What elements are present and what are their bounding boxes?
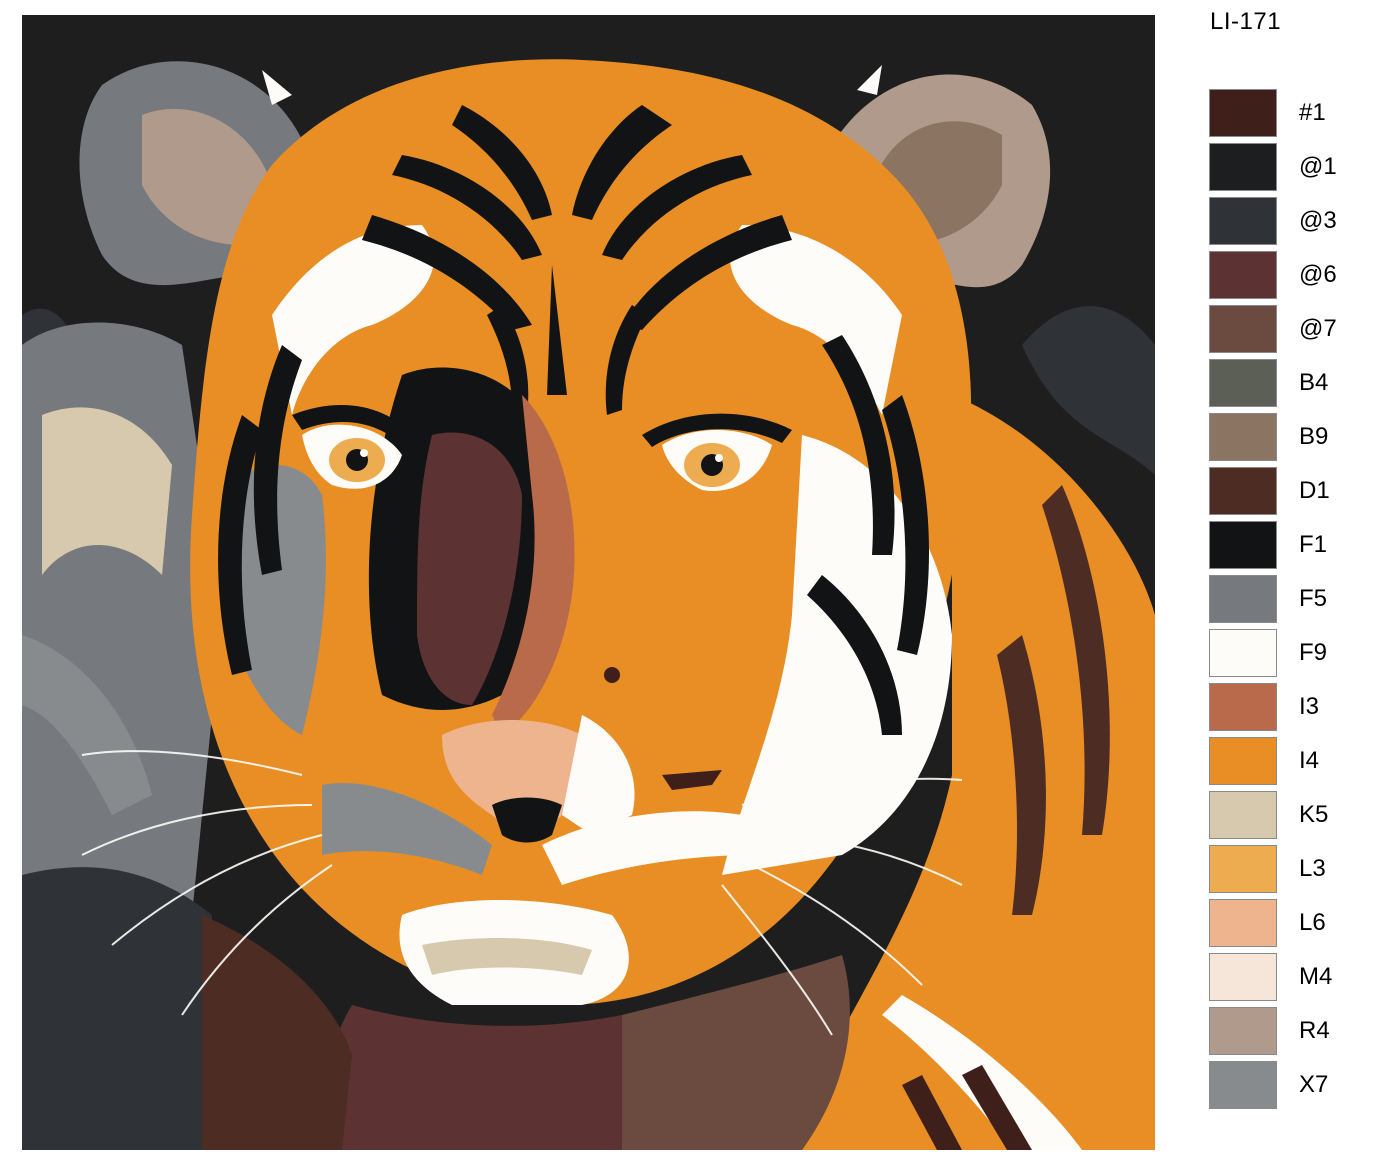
color-swatch xyxy=(1209,575,1277,623)
palette-row: B9 xyxy=(1209,413,1349,467)
palette-row: I4 xyxy=(1209,737,1349,791)
palette-row: F5 xyxy=(1209,575,1349,629)
color-code-label: F5 xyxy=(1299,585,1328,612)
color-swatch xyxy=(1209,1061,1277,1109)
color-code-label: B9 xyxy=(1299,423,1329,450)
color-code-label: M4 xyxy=(1299,963,1333,990)
palette-row: D1 xyxy=(1209,467,1349,521)
color-swatch xyxy=(1209,413,1277,461)
color-code-label: I3 xyxy=(1299,693,1320,720)
color-code-label: @3 xyxy=(1299,207,1337,234)
color-swatch xyxy=(1209,467,1277,515)
palette-row: X7 xyxy=(1209,1061,1349,1115)
tiger-portrait-icon xyxy=(22,15,1155,1150)
color-swatch xyxy=(1209,521,1277,569)
color-code-label: R4 xyxy=(1299,1017,1330,1044)
color-swatch xyxy=(1209,629,1277,677)
color-swatch xyxy=(1209,197,1277,245)
color-palette: #1 @1 @3 @6 @7 B4 B9 D1 F1 F5 F9 I3 I4 K5 L3 L6 M4 R4 X7 xyxy=(1209,89,1349,1115)
palette-row: L6 xyxy=(1209,899,1349,953)
color-swatch xyxy=(1209,89,1277,137)
palette-row: @1 xyxy=(1209,143,1349,197)
product-code: LI-171 xyxy=(1210,8,1282,35)
tiger-painting-image xyxy=(22,15,1155,1150)
color-code-label: #1 xyxy=(1299,99,1326,126)
color-swatch xyxy=(1209,359,1277,407)
color-code-label: I4 xyxy=(1299,747,1320,774)
color-swatch xyxy=(1209,899,1277,947)
color-code-label: @6 xyxy=(1299,261,1337,288)
color-swatch xyxy=(1209,845,1277,893)
palette-row: F1 xyxy=(1209,521,1349,575)
palette-row: R4 xyxy=(1209,1007,1349,1061)
color-swatch xyxy=(1209,953,1277,1001)
color-code-label: B4 xyxy=(1299,369,1329,396)
color-code-label: F1 xyxy=(1299,531,1328,558)
color-swatch xyxy=(1209,305,1277,353)
color-swatch xyxy=(1209,1007,1277,1055)
palette-row: @6 xyxy=(1209,251,1349,305)
color-code-label: @1 xyxy=(1299,153,1337,180)
color-swatch xyxy=(1209,143,1277,191)
palette-row: L3 xyxy=(1209,845,1349,899)
color-code-label: @7 xyxy=(1299,315,1337,342)
color-swatch xyxy=(1209,791,1277,839)
palette-row: B4 xyxy=(1209,359,1349,413)
palette-row: @7 xyxy=(1209,305,1349,359)
palette-row: @3 xyxy=(1209,197,1349,251)
color-code-label: D1 xyxy=(1299,477,1330,504)
color-code-label: F9 xyxy=(1299,639,1328,666)
color-swatch xyxy=(1209,737,1277,785)
color-code-label: L3 xyxy=(1299,855,1326,882)
color-swatch xyxy=(1209,251,1277,299)
color-code-label: K5 xyxy=(1299,801,1329,828)
color-swatch xyxy=(1209,683,1277,731)
palette-row: I3 xyxy=(1209,683,1349,737)
color-code-label: X7 xyxy=(1299,1071,1329,1098)
palette-row: K5 xyxy=(1209,791,1349,845)
palette-row: #1 xyxy=(1209,89,1349,143)
palette-row: F9 xyxy=(1209,629,1349,683)
color-code-label: L6 xyxy=(1299,909,1326,936)
palette-row: M4 xyxy=(1209,953,1349,1007)
